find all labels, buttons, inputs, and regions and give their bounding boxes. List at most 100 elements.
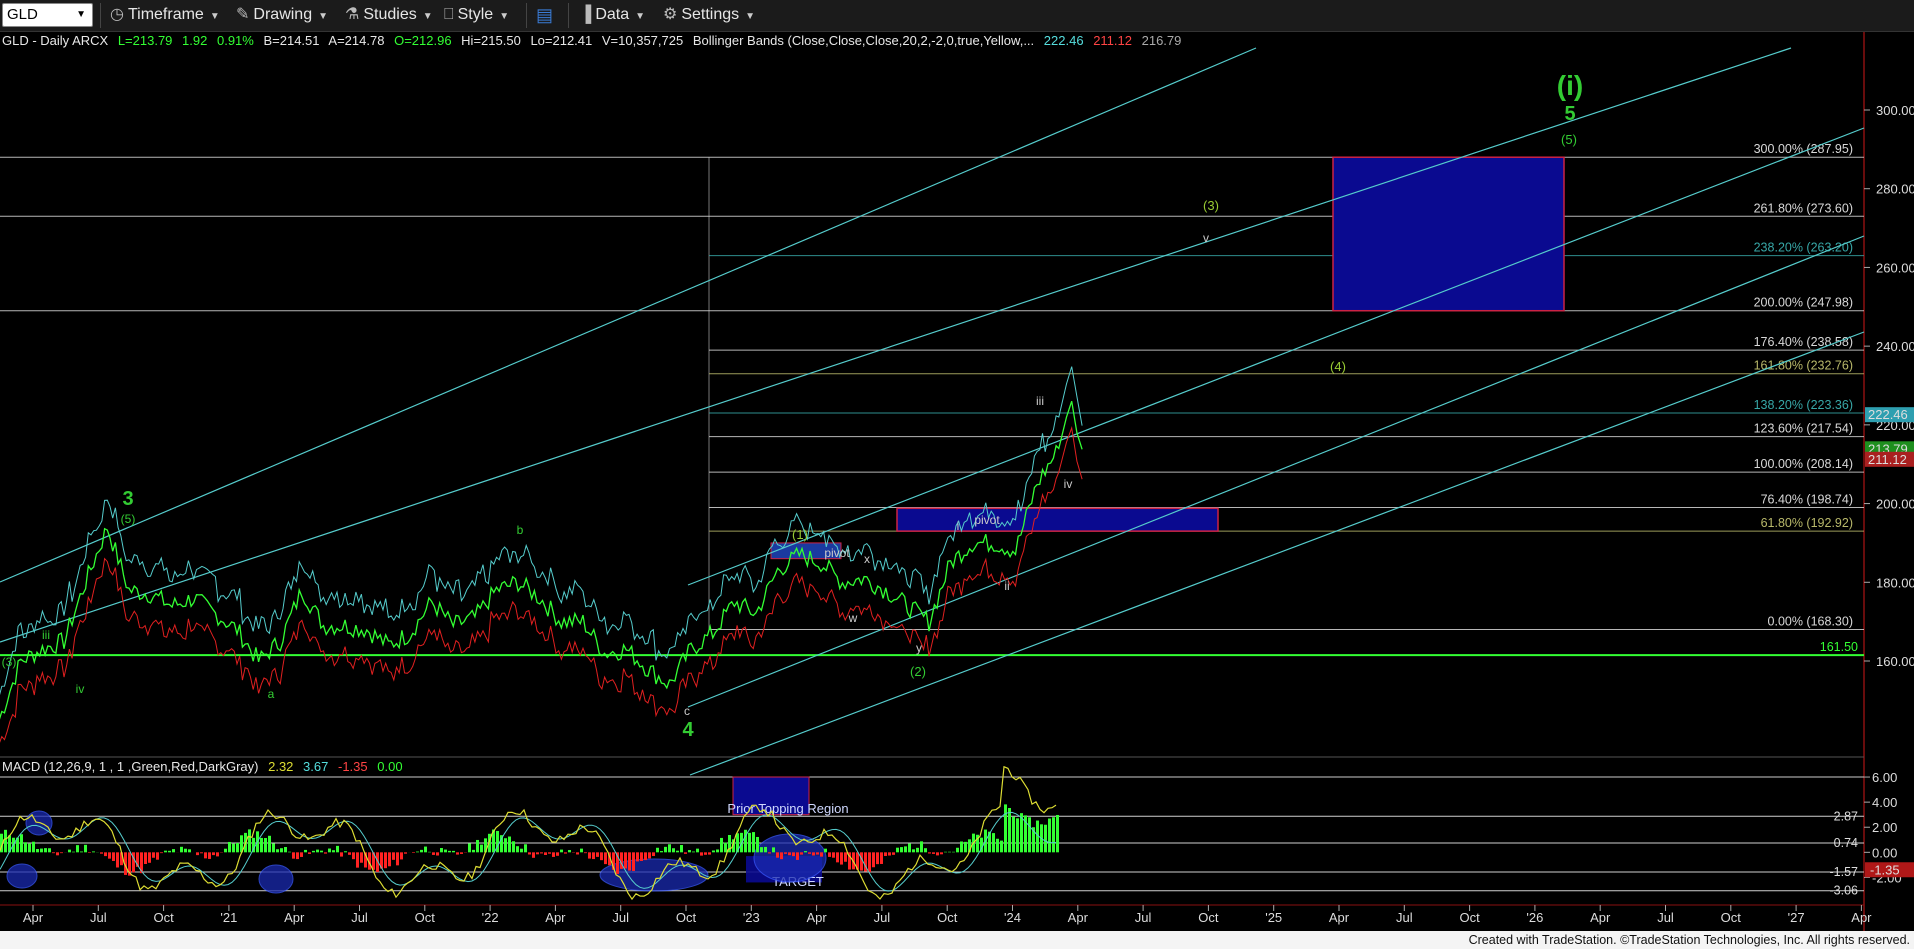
macd-histogram-bar <box>876 852 879 865</box>
macd-histogram-bar <box>236 842 239 853</box>
macd-histogram-bar <box>556 852 559 856</box>
macd-histogram-bar <box>600 852 603 861</box>
macd-histogram-bar <box>180 846 183 853</box>
macd-histogram-bar <box>184 848 187 853</box>
macd-histogram-bar <box>808 852 811 854</box>
macd-histogram-bar <box>344 851 347 853</box>
macd-histogram-bar <box>204 852 207 859</box>
wave-label: 4 <box>682 719 694 741</box>
macd-histogram-bar <box>684 852 687 854</box>
macd-histogram-bar <box>288 851 291 853</box>
macd-histogram-bar <box>648 852 651 859</box>
macd-histogram-bar <box>276 849 279 853</box>
macd-histogram-bar <box>588 852 591 859</box>
macd-histogram-bar <box>644 852 647 861</box>
macd-histogram-bar <box>700 852 703 856</box>
macd-histogram-bar <box>1056 814 1059 853</box>
macd-histogram-bar <box>292 852 295 859</box>
macd-histogram-bar <box>468 843 471 853</box>
macd-histogram-bar <box>704 852 707 855</box>
wave-label: (1) <box>792 527 808 542</box>
x-tick-label: Apr <box>1329 910 1350 925</box>
macd-histogram-bar <box>396 852 399 866</box>
macd-histogram-bar <box>892 852 895 855</box>
fib-label: 300.00% (287.95) <box>1754 142 1853 156</box>
wave-label: w <box>848 611 858 625</box>
macd-histogram-bar <box>936 852 939 856</box>
fib-label: 100.00% (208.14) <box>1754 457 1853 471</box>
macd-histogram-bar <box>328 848 331 853</box>
macd-histogram-bar <box>44 848 47 853</box>
y-tick-label: 160.00 <box>1876 654 1914 669</box>
macd-histogram-bar <box>752 832 755 853</box>
macd-histogram-bar <box>640 852 643 861</box>
macd-histogram-bar <box>532 852 535 858</box>
macd-histogram-bar <box>196 852 199 856</box>
macd-histogram-bar <box>76 845 79 853</box>
macd-histogram-bar <box>940 852 943 855</box>
macd-histogram-bar <box>632 852 635 871</box>
macd-histogram-bar <box>88 852 91 853</box>
macd-histogram-bar <box>528 852 531 855</box>
x-tick-label: Jul <box>612 910 629 925</box>
macd-histogram-bar <box>436 852 439 856</box>
macd-histogram-bar <box>72 851 75 853</box>
macd-histogram-bar <box>564 852 567 854</box>
macd-histogram-bar <box>300 852 303 857</box>
macd-histogram-bar <box>356 852 359 868</box>
x-tick-label: '21 <box>220 910 237 925</box>
footer-text: Created with TradeStation. ©TradeStation… <box>1468 933 1910 947</box>
macd-histogram-bar <box>248 829 251 853</box>
macd-histogram-bar <box>724 842 727 853</box>
wave-label: (5) <box>121 512 136 526</box>
macd-histogram-bar <box>784 852 787 854</box>
macd-histogram-bar <box>4 829 7 853</box>
macd-histogram-bar <box>824 848 827 853</box>
macd-histogram-bar <box>688 850 691 853</box>
fib-label: 76.40% (198.74) <box>1761 493 1853 507</box>
macd-histogram-bar <box>792 852 795 857</box>
x-tick-label: '22 <box>482 910 499 925</box>
macd-histogram-bar <box>1012 816 1015 853</box>
macd-histogram-bar <box>592 852 595 860</box>
macd-histogram-bar <box>916 847 919 853</box>
macd-histogram-bar <box>760 847 763 853</box>
x-tick-label: Oct <box>676 910 697 925</box>
macd-histogram-bar <box>536 852 539 855</box>
price-badge-label: 222.46 <box>1868 407 1908 422</box>
macd-histogram-bar <box>716 849 719 853</box>
macd-histogram-bar <box>1028 817 1031 853</box>
macd-histogram-bar <box>312 850 315 853</box>
macd-histogram-bar <box>840 852 843 865</box>
macd-histogram-bar <box>100 852 103 854</box>
macd-histogram-bar <box>904 846 907 853</box>
macd-histogram-bar <box>928 852 931 854</box>
wave-label: iii <box>42 628 50 642</box>
macd-histogram-bar <box>1000 840 1003 853</box>
macd-histogram-bar <box>432 852 435 855</box>
wave-label: (2) <box>910 664 926 679</box>
macd-histogram-bar <box>284 847 287 853</box>
macd-histogram-bar <box>20 834 23 853</box>
macd-histogram-bar <box>896 847 899 853</box>
macd-histogram-bar <box>668 844 671 853</box>
macd-histogram-bar <box>308 852 311 854</box>
macd-histogram-bar <box>540 852 543 854</box>
macd-histogram-bar <box>708 852 711 855</box>
macd-histogram-bar <box>336 845 339 853</box>
macd-histogram-bar <box>108 852 111 859</box>
wave-label: iv <box>1064 477 1073 491</box>
macd-histogram-bar <box>232 843 235 853</box>
macd-histogram-bar <box>472 849 475 853</box>
macd-histogram-bar <box>932 852 935 854</box>
wave-label: x <box>864 552 870 566</box>
macd-histogram-bar <box>508 836 511 853</box>
macd-ellipse <box>753 833 827 883</box>
x-tick-label: Jul <box>1135 910 1152 925</box>
price-chart[interactable]: 160.00180.00200.00220.00240.00260.00280.… <box>0 0 1914 931</box>
macd-histogram-bar <box>920 841 923 853</box>
macd-histogram-bar <box>880 852 883 864</box>
macd-histogram-bar <box>52 852 55 854</box>
macd-histogram-bar <box>228 841 231 853</box>
macd-histogram-bar <box>448 850 451 853</box>
